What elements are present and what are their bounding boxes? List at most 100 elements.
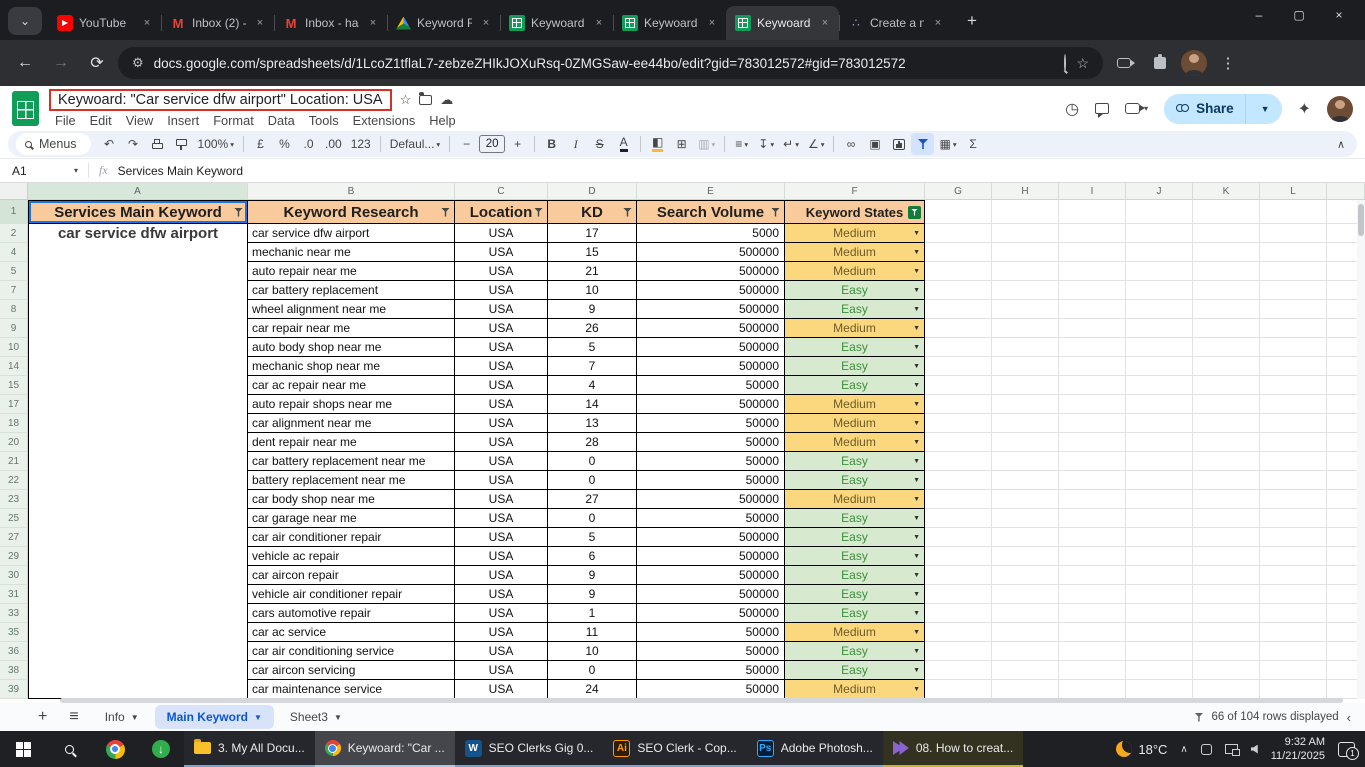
row-header-22[interactable]: 22 — [0, 471, 28, 490]
dropdown-arrow-icon[interactable]: ▼ — [913, 306, 920, 313]
cell-main-keyword[interactable]: car service dfw airport — [28, 224, 248, 243]
row-header-30[interactable]: 30 — [0, 566, 28, 585]
empty-cell[interactable] — [925, 623, 992, 642]
cell-keyword[interactable]: car aircon repair — [248, 566, 455, 585]
empty-cell[interactable] — [1193, 585, 1260, 604]
empty-cell[interactable] — [1059, 509, 1126, 528]
empty-cell[interactable] — [1193, 395, 1260, 414]
cell-kd[interactable]: 10 — [548, 281, 637, 300]
cell-keyword[interactable]: dent repair near me — [248, 433, 455, 452]
font-size-input-button[interactable]: 20 — [479, 135, 505, 153]
dropdown-arrow-icon[interactable]: ▼ — [913, 401, 920, 408]
empty-cell[interactable] — [992, 490, 1059, 509]
cell-search-volume[interactable]: 50000 — [637, 452, 785, 471]
cell-keyword[interactable]: car service dfw airport — [248, 224, 455, 243]
cell-keyword[interactable]: wheel alignment near me — [248, 300, 455, 319]
empty-cell[interactable] — [925, 376, 992, 395]
cell-search-volume[interactable]: 500000 — [637, 281, 785, 300]
paint-format-button[interactable] — [170, 133, 193, 155]
cell-kd[interactable]: 21 — [548, 262, 637, 281]
empty-cell[interactable] — [1126, 300, 1193, 319]
cell-kd[interactable]: 14 — [548, 395, 637, 414]
cell-main-keyword[interactable] — [28, 414, 248, 433]
menu-file[interactable]: File — [49, 112, 82, 129]
cell-keyword[interactable]: car battery replacement near me — [248, 452, 455, 471]
share-dropdown-icon[interactable]: ▼ — [1253, 104, 1278, 114]
cell-keyword-state-dropdown[interactable]: Medium▼ — [785, 262, 925, 281]
window-close-button[interactable]: × — [1319, 0, 1359, 30]
cell-kd[interactable]: 9 — [548, 300, 637, 319]
select-all-corner[interactable] — [0, 183, 28, 200]
empty-cell[interactable] — [1260, 319, 1327, 338]
column-header-H[interactable]: H — [992, 183, 1059, 200]
empty-cell[interactable] — [1260, 200, 1327, 224]
site-settings-icon[interactable]: ⚙ — [132, 55, 144, 71]
cell-location[interactable]: USA — [455, 243, 548, 262]
header-location[interactable]: Location — [455, 200, 548, 224]
italic-button[interactable]: I — [564, 133, 587, 155]
borders-button[interactable]: ⊞ — [670, 133, 693, 155]
dropdown-arrow-icon[interactable]: ▼ — [913, 249, 920, 256]
cell-location[interactable]: USA — [455, 490, 548, 509]
decrease-font-size-button[interactable]: − — [455, 133, 478, 155]
row-header-17[interactable]: 17 — [0, 395, 28, 414]
format-percent-button[interactable]: % — [273, 133, 296, 155]
weather-widget[interactable]: 18°C — [1116, 741, 1167, 757]
empty-cell[interactable] — [1193, 680, 1260, 699]
active-filter-icon[interactable] — [908, 206, 921, 219]
empty-cell[interactable] — [925, 642, 992, 661]
column-header-E[interactable]: E — [637, 183, 785, 200]
cell-keyword[interactable]: auto repair near me — [248, 262, 455, 281]
cell-search-volume[interactable]: 500000 — [637, 566, 785, 585]
cell-kd[interactable]: 5 — [548, 528, 637, 547]
increase-decimals-button[interactable]: .00 — [321, 133, 346, 155]
empty-cell[interactable] — [1059, 585, 1126, 604]
cell-main-keyword[interactable] — [28, 642, 248, 661]
cell-keyword[interactable]: battery replacement near me — [248, 471, 455, 490]
empty-cell[interactable] — [1126, 509, 1193, 528]
empty-cell[interactable] — [1126, 338, 1193, 357]
empty-cell[interactable] — [992, 642, 1059, 661]
cell-keyword-state-dropdown[interactable]: Easy▼ — [785, 300, 925, 319]
cell-keyword-state-dropdown[interactable]: Easy▼ — [785, 566, 925, 585]
toolbar-collapse-icon[interactable]: ∧ — [1337, 138, 1349, 151]
functions-button[interactable]: Σ — [962, 133, 985, 155]
filter-icon[interactable] — [441, 208, 450, 217]
empty-cell[interactable] — [925, 604, 992, 623]
empty-cell[interactable] — [925, 566, 992, 585]
dropdown-arrow-icon[interactable]: ▼ — [913, 629, 920, 636]
empty-cell[interactable] — [1193, 224, 1260, 243]
dropdown-arrow-icon[interactable]: ▼ — [913, 420, 920, 427]
empty-cell[interactable] — [1126, 642, 1193, 661]
taskbar-app-word[interactable]: WSEO Clerks Gig 0... — [455, 731, 604, 767]
empty-cell[interactable] — [925, 680, 992, 699]
cell-search-volume[interactable]: 50000 — [637, 471, 785, 490]
insert-link-button[interactable]: ∞ — [839, 133, 862, 155]
empty-cell[interactable] — [1193, 452, 1260, 471]
empty-cell[interactable] — [1126, 471, 1193, 490]
extensions-icon[interactable] — [1145, 48, 1175, 78]
cell-main-keyword[interactable] — [28, 262, 248, 281]
zoom-select-button[interactable]: 100%▾ — [194, 133, 238, 155]
cell-kd[interactable]: 1 — [548, 604, 637, 623]
text-wrap-button[interactable]: ↵▾ — [779, 133, 803, 155]
empty-cell[interactable] — [1260, 224, 1327, 243]
empty-cell[interactable] — [1059, 376, 1126, 395]
cell-keyword[interactable]: car aircon servicing — [248, 661, 455, 680]
column-header-G[interactable]: G — [925, 183, 992, 200]
empty-cell[interactable] — [992, 509, 1059, 528]
cell-search-volume[interactable]: 500000 — [637, 300, 785, 319]
cell-keyword[interactable]: car battery replacement — [248, 281, 455, 300]
cell-keyword-state-dropdown[interactable]: Easy▼ — [785, 338, 925, 357]
dropdown-arrow-icon[interactable]: ▼ — [913, 439, 920, 446]
empty-cell[interactable] — [1059, 319, 1126, 338]
empty-cell[interactable] — [1260, 262, 1327, 281]
tray-snip-icon[interactable] — [1201, 744, 1212, 755]
empty-cell[interactable] — [1126, 319, 1193, 338]
empty-cell[interactable] — [1126, 623, 1193, 642]
empty-cell[interactable] — [1059, 243, 1126, 262]
tab-close-icon[interactable]: × — [817, 15, 833, 31]
cell-main-keyword[interactable] — [28, 300, 248, 319]
empty-cell[interactable] — [1260, 547, 1327, 566]
empty-cell[interactable] — [925, 395, 992, 414]
